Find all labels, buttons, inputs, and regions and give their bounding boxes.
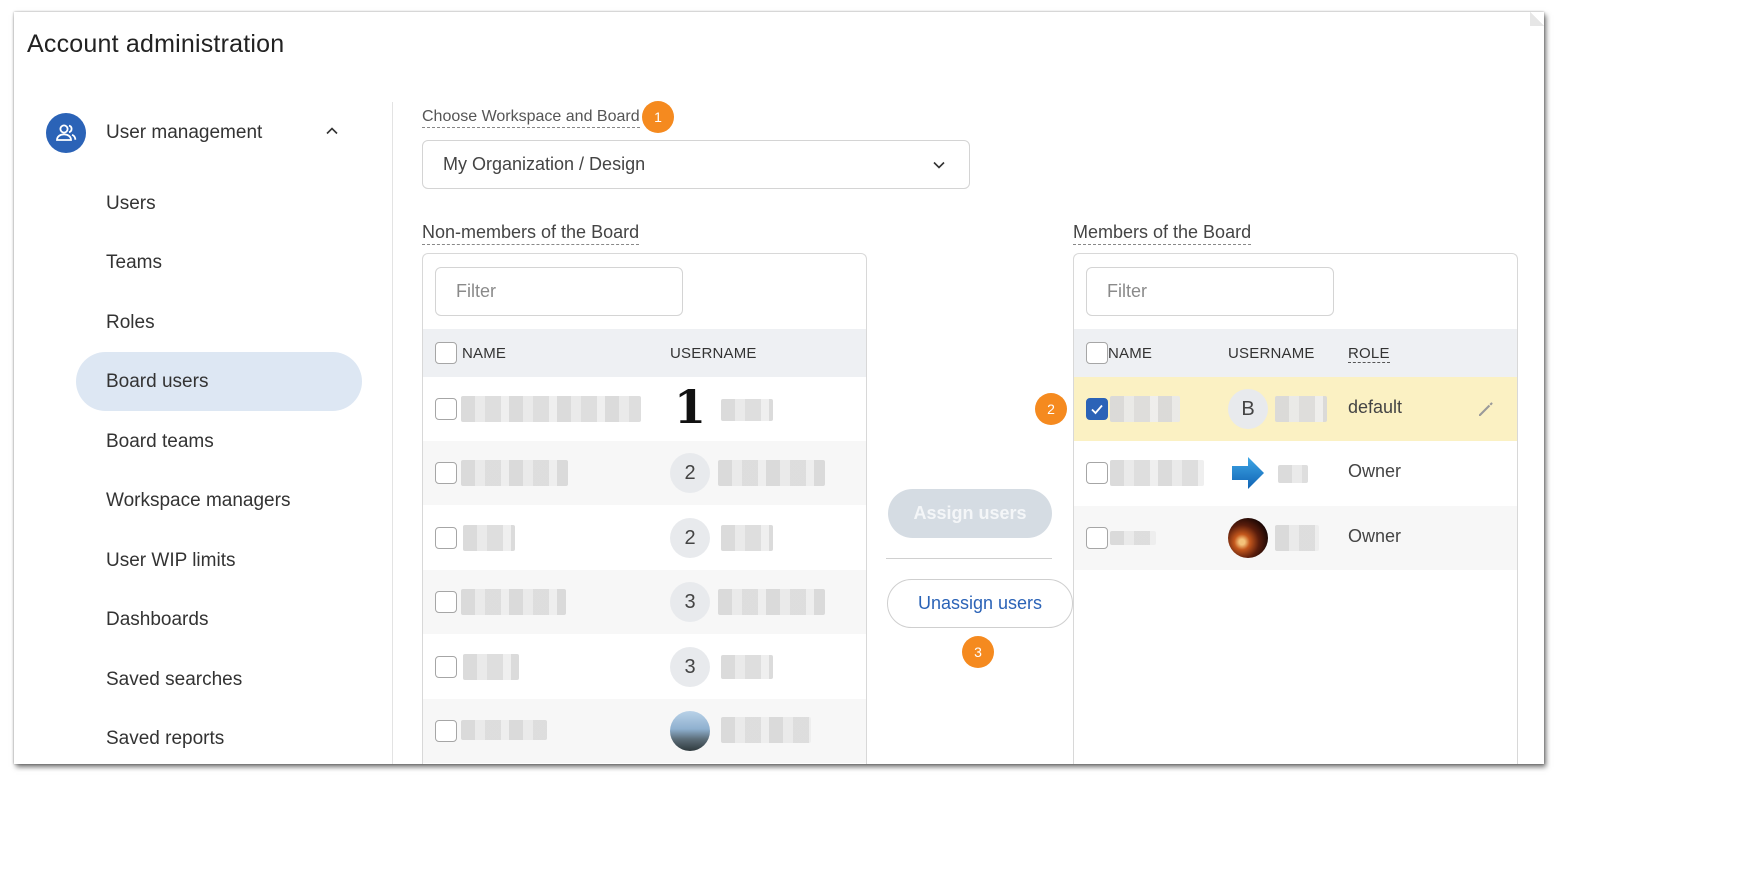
table-row[interactable]: Owner — [1074, 506, 1517, 570]
sidebar-item-saved-reports[interactable]: Saved reports — [76, 709, 362, 764]
avatar: B — [1228, 389, 1268, 429]
non-members-filter-input[interactable] — [435, 267, 683, 316]
table-row[interactable] — [423, 699, 866, 763]
table-row[interactable]: 1 — [423, 377, 866, 441]
workspace-board-value: My Organization / Design — [443, 154, 646, 174]
column-header-name[interactable]: NAME — [462, 345, 506, 362]
avatar: 3 — [670, 582, 710, 622]
redacted-name — [463, 654, 519, 680]
redacted-name — [461, 589, 566, 615]
avatar: 2 — [670, 518, 710, 558]
role-value: default — [1348, 397, 1403, 417]
members-select-all-checkbox[interactable] — [1086, 342, 1108, 364]
row-checkbox[interactable] — [435, 656, 457, 678]
table-row[interactable]: 2 — [423, 506, 866, 570]
step-badge-1: 1 — [642, 101, 674, 133]
step-badge-3: 3 — [962, 636, 994, 668]
page-title: Account administration — [27, 30, 285, 58]
avatar: 1 — [673, 380, 706, 434]
row-checkbox[interactable] — [435, 527, 457, 549]
sidebar-item-board-users[interactable]: Board users — [76, 352, 362, 411]
sidebar: User management Users Teams Roles Board … — [14, 102, 394, 764]
members-panel: NAME USERNAME ROLE B default — [1073, 253, 1518, 764]
workspace-board-label: Choose Workspace and Board — [422, 108, 640, 128]
avatar — [670, 711, 710, 751]
table-row[interactable]: Owner — [1074, 441, 1517, 505]
redacted-name — [461, 720, 547, 740]
redacted-name — [1110, 531, 1156, 545]
sidebar-item-teams[interactable]: Teams — [76, 233, 362, 292]
avatar — [1228, 518, 1268, 558]
sidebar-item-saved-searches[interactable]: Saved searches — [76, 650, 362, 709]
action-divider — [886, 558, 1052, 559]
redacted-username — [1278, 465, 1308, 483]
assign-users-button[interactable]: Assign users — [888, 489, 1052, 538]
redacted-username — [721, 655, 773, 679]
role-value: Owner — [1348, 526, 1402, 546]
account-admin-window: Account administration User management U… — [14, 12, 1544, 764]
row-checkbox-checked[interactable] — [1086, 398, 1108, 420]
members-table-header: NAME USERNAME ROLE — [1074, 329, 1517, 377]
step-badge-2: 2 — [1035, 393, 1067, 425]
redacted-username — [1275, 396, 1327, 422]
user-management-label: User management — [106, 122, 263, 143]
chevron-up-icon[interactable] — [324, 123, 340, 139]
sidebar-item-dashboards[interactable]: Dashboards — [76, 590, 362, 649]
column-header-username[interactable]: USERNAME — [1228, 345, 1315, 362]
redacted-username — [721, 717, 811, 743]
table-row[interactable]: 3 — [423, 635, 866, 699]
sidebar-divider — [392, 102, 393, 764]
table-row-selected[interactable]: B default — [1074, 377, 1517, 441]
row-checkbox[interactable] — [435, 462, 457, 484]
redacted-username — [718, 460, 825, 486]
non-members-title: Non-members of the Board — [422, 222, 640, 245]
members-title: Members of the Board — [1073, 222, 1252, 245]
row-checkbox[interactable] — [435, 720, 457, 742]
user-management-section[interactable]: User management — [46, 113, 346, 153]
row-checkbox[interactable] — [435, 398, 457, 420]
unassign-users-button[interactable]: Unassign users — [887, 579, 1073, 628]
redacted-name — [1110, 460, 1204, 486]
redacted-username — [721, 399, 773, 421]
sidebar-item-users[interactable]: Users — [76, 174, 362, 233]
chevron-down-icon — [933, 161, 945, 169]
table-row[interactable]: 2 — [423, 441, 866, 505]
users-icon — [46, 113, 86, 153]
row-checkbox[interactable] — [1086, 527, 1108, 549]
redacted-name — [1110, 396, 1180, 422]
role-value: Owner — [1348, 461, 1402, 481]
workspace-board-select[interactable]: My Organization / Design — [422, 140, 970, 189]
column-header-role[interactable]: ROLE — [1348, 345, 1390, 363]
members-filter-input[interactable] — [1086, 267, 1334, 316]
redacted-name — [463, 525, 515, 551]
redacted-name — [461, 396, 641, 422]
column-header-username[interactable]: USERNAME — [670, 345, 757, 362]
redacted-username — [1275, 525, 1319, 551]
arrow-avatar-icon — [1232, 457, 1264, 489]
sidebar-item-workspace-managers[interactable]: Workspace managers — [76, 471, 362, 530]
row-checkbox[interactable] — [1086, 462, 1108, 484]
column-header-name[interactable]: NAME — [1108, 345, 1152, 362]
table-row[interactable]: 3 — [423, 570, 866, 634]
avatar: 2 — [670, 453, 710, 493]
sidebar-item-roles[interactable]: Roles — [76, 293, 362, 352]
redacted-username — [718, 589, 825, 615]
sidebar-item-user-wip-limits[interactable]: User WIP limits — [76, 531, 362, 590]
redacted-name — [461, 460, 568, 486]
redacted-username — [721, 525, 773, 551]
non-members-panel: NAME USERNAME 1 2 2 3 — [422, 253, 867, 764]
pencil-icon[interactable] — [1476, 399, 1496, 419]
avatar: 3 — [670, 647, 710, 687]
non-members-select-all-checkbox[interactable] — [435, 342, 457, 364]
sidebar-item-board-teams[interactable]: Board teams — [76, 412, 362, 471]
non-members-table-header: NAME USERNAME — [423, 329, 866, 377]
row-checkbox[interactable] — [435, 591, 457, 613]
page-corner — [1530, 12, 1544, 26]
